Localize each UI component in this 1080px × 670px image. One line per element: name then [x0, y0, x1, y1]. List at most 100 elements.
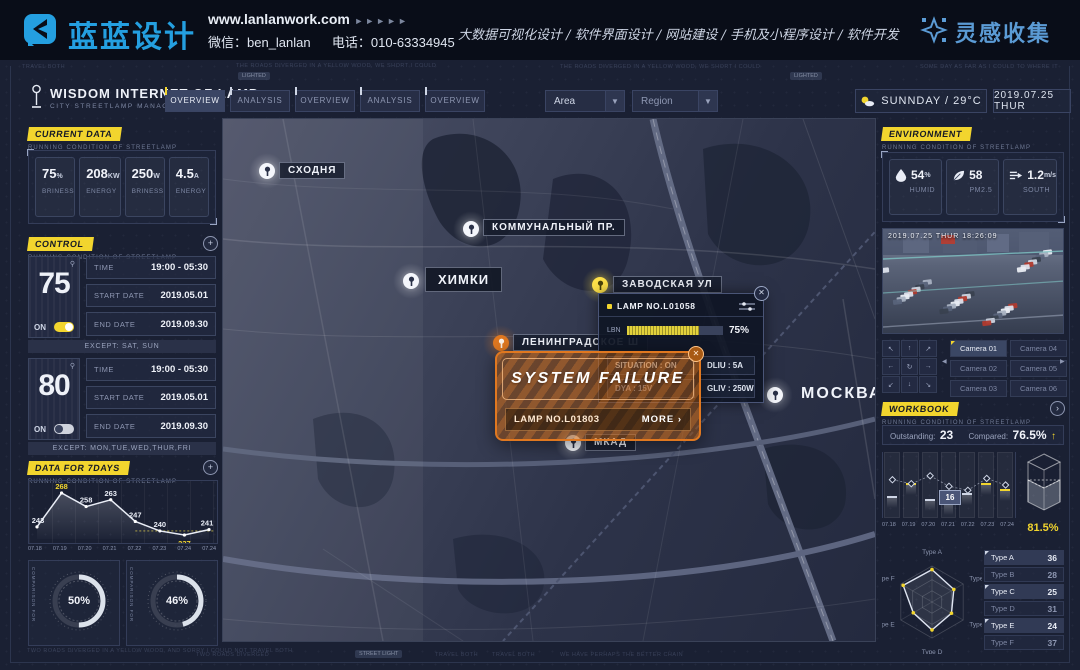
- pan-right-button[interactable]: →: [919, 358, 937, 375]
- decor-poem2: THE ROADS DIVERGED IN A YELLOW WOOD, WE …: [236, 63, 436, 69]
- map-pin-khimki[interactable]: [399, 269, 423, 293]
- svg-text:Type E: Type E: [882, 622, 895, 629]
- map-pin-kommunalny[interactable]: [459, 217, 483, 241]
- end-date-row: END DATE2019.09.30: [86, 414, 216, 438]
- close-icon[interactable]: ✕: [754, 286, 769, 301]
- chevron-down-icon[interactable]: ▼: [698, 91, 717, 111]
- decor-street-light-badge: STREET LIGHT: [355, 650, 402, 658]
- reset-view-button[interactable]: ↻: [901, 358, 919, 375]
- brand-banner: 蓝蓝设计 www.lanlanwork.com ►►►►► 微信：ben_lan…: [0, 0, 1080, 60]
- sliders-icon[interactable]: [739, 301, 755, 311]
- svg-text:263: 263: [104, 489, 117, 498]
- bar-tooltip: 16: [939, 490, 961, 505]
- workbook-dates: 07.1807.1907.2007.2107.2207.2307.24: [882, 522, 1014, 528]
- camera-feed[interactable]: 2019.07.25 THUR 18:26:09: [882, 228, 1064, 334]
- workbook-percent: 81.5%: [1022, 522, 1064, 534]
- type-a-row[interactable]: Type A36: [984, 550, 1064, 565]
- gauge-value: 46%: [145, 569, 209, 633]
- wind-icon: [1009, 169, 1023, 181]
- except-days-2: EXCEPT: MON,TUE,WED,THUR,FRI: [28, 442, 216, 455]
- camera-02-button[interactable]: Camera 02: [950, 360, 1007, 377]
- dashboard-page: 蓝蓝设计 www.lanlanwork.com ►►►►► 微信：ben_lan…: [0, 0, 1080, 670]
- phone-contact: 电话：010-63334945: [332, 35, 455, 50]
- schedule-toggle[interactable]: [54, 322, 74, 332]
- tab-overview-3[interactable]: OVERVIEW: [425, 90, 485, 112]
- brand-name: 蓝蓝设计: [68, 12, 196, 56]
- schedule-toggle[interactable]: [54, 424, 74, 434]
- region-select[interactable]: Region ▼: [632, 90, 718, 112]
- decor-lighted-badge2: LIGHTED: [790, 72, 822, 80]
- streetlamp-icon: [30, 84, 43, 110]
- camera-timestamp: 2019.07.25 THUR 18:26:09: [888, 233, 998, 240]
- services-text: 大数据可视化设计 / 软件界面设计 / 网站建设 / 手机及小程序设计 / 软件…: [458, 24, 899, 43]
- chevron-down-icon[interactable]: ▼: [605, 91, 624, 111]
- right-column: ENVIRONMENT RUNNING CONDITION OF STREETL…: [882, 60, 1064, 670]
- pan-down-left-button[interactable]: ↙: [882, 376, 900, 393]
- camera-list: Camera 01 Camera 04 Camera 02 Camera 05 …: [950, 340, 1067, 397]
- type-c-row[interactable]: Type C25: [984, 584, 1064, 599]
- svg-text:Type C: Type C: [969, 622, 982, 629]
- camera-04-button[interactable]: Camera 04: [1010, 340, 1067, 357]
- comparison-gauge-2: COMPARISON FOR 46%: [126, 560, 218, 646]
- lamp-id: LAMP NO.L01058: [617, 301, 739, 311]
- svg-text:268: 268: [55, 482, 68, 491]
- pan-up-button[interactable]: ↑: [901, 340, 919, 357]
- brightness-percent: 75%: [729, 325, 749, 336]
- inspiration-collect-label: 灵感收集: [955, 16, 1051, 48]
- tab-bar: OVERVIEW ANALYSIS OVERVIEW ANALYSIS OVER…: [165, 90, 485, 112]
- tab-overview-1[interactable]: OVERVIEW: [165, 90, 225, 112]
- map-label-khimki[interactable]: ХИМКИ: [425, 267, 502, 292]
- camera-prev-icon[interactable]: ◀: [942, 358, 947, 365]
- bulb-icon: ⚲: [70, 362, 75, 370]
- camera-05-button[interactable]: Camera 05: [1010, 360, 1067, 377]
- environment-label: ENVIRONMENT: [881, 127, 972, 141]
- camera-06-button[interactable]: Camera 06: [1010, 380, 1067, 397]
- type-e-row[interactable]: Type E24: [984, 618, 1064, 633]
- pan-up-left-button[interactable]: ↖: [882, 340, 900, 357]
- workbook-bar-chart: 16: [882, 452, 1016, 518]
- lanlan-logo-icon: [20, 12, 60, 48]
- humidity-card: 54% HUMID: [889, 159, 942, 215]
- pan-left-button[interactable]: ←: [882, 358, 900, 375]
- map-label-zavodskaya[interactable]: ЗАВОДСКАЯ УЛ: [613, 276, 722, 293]
- type-b-row[interactable]: Type B28: [984, 567, 1064, 582]
- except-days-1: EXCEPT: SAT, SUN: [28, 340, 216, 353]
- area-select[interactable]: Area ▼: [545, 90, 625, 112]
- city-map[interactable]: СХОДНЯ КОММУНАЛЬНЫЙ ПР. ХИМКИ ЗАВОДСКАЯ …: [222, 118, 876, 642]
- workbook-more-button[interactable]: ›: [1050, 401, 1065, 416]
- decor-travel-both: TRAVEL BOTH: [22, 64, 65, 70]
- power-cell: GLIV : 250W: [699, 379, 755, 398]
- map-label-moskva[interactable]: МОСКВА: [789, 381, 876, 407]
- brightness-level-box: ⚲ 75 ON: [28, 256, 80, 338]
- decor-poem2b: THE ROADS DIVERGED IN A YELLOW WOOD, WE …: [560, 64, 760, 70]
- map-pin-skhodnya[interactable]: [255, 159, 279, 183]
- type-f-row[interactable]: Type F37: [984, 635, 1064, 650]
- camera-01-button[interactable]: Camera 01: [950, 340, 1007, 357]
- map-label-skhodnya[interactable]: СХОДНЯ: [279, 162, 345, 179]
- start-date-row: START DATE2019.05.01: [86, 284, 216, 307]
- svg-text:Type B: Type B: [969, 576, 982, 583]
- trend-up-icon: ↑: [1051, 431, 1056, 442]
- tab-analysis-2[interactable]: ANALYSIS: [360, 90, 420, 112]
- svg-text:Type F: Type F: [882, 576, 895, 583]
- map-label-kommunalny[interactable]: КОММУНАЛЬНЫЙ ПР.: [483, 219, 625, 236]
- more-button[interactable]: MORE ›: [642, 414, 682, 425]
- control-add-button[interactable]: +: [203, 236, 218, 251]
- brightness-bar[interactable]: [627, 326, 723, 335]
- map-pin-moskva[interactable]: [763, 383, 787, 407]
- camera-03-button[interactable]: Camera 03: [950, 380, 1007, 397]
- tab-analysis-1[interactable]: ANALYSIS: [230, 90, 290, 112]
- failure-lamp-id: LAMP NO.L01803: [514, 414, 600, 425]
- pan-down-button[interactable]: ↓: [901, 376, 919, 393]
- status-dot: [607, 304, 612, 309]
- pan-down-right-button[interactable]: ↘: [919, 376, 937, 393]
- svg-text:247: 247: [129, 510, 142, 519]
- wind-card: 1.2m/s SOUTH: [1003, 159, 1057, 215]
- website-link[interactable]: www.lanlanwork.com: [208, 11, 350, 27]
- camera-next-icon[interactable]: ▶: [1060, 358, 1065, 365]
- pan-up-right-button[interactable]: ↗: [919, 340, 937, 357]
- type-d-row[interactable]: Type D31: [984, 601, 1064, 616]
- tab-overview-2[interactable]: OVERVIEW: [295, 90, 355, 112]
- data7-expand-button[interactable]: +: [203, 460, 218, 475]
- workbook-stats: Outstanding: 23 Compared: 76.5% ↑: [882, 425, 1064, 445]
